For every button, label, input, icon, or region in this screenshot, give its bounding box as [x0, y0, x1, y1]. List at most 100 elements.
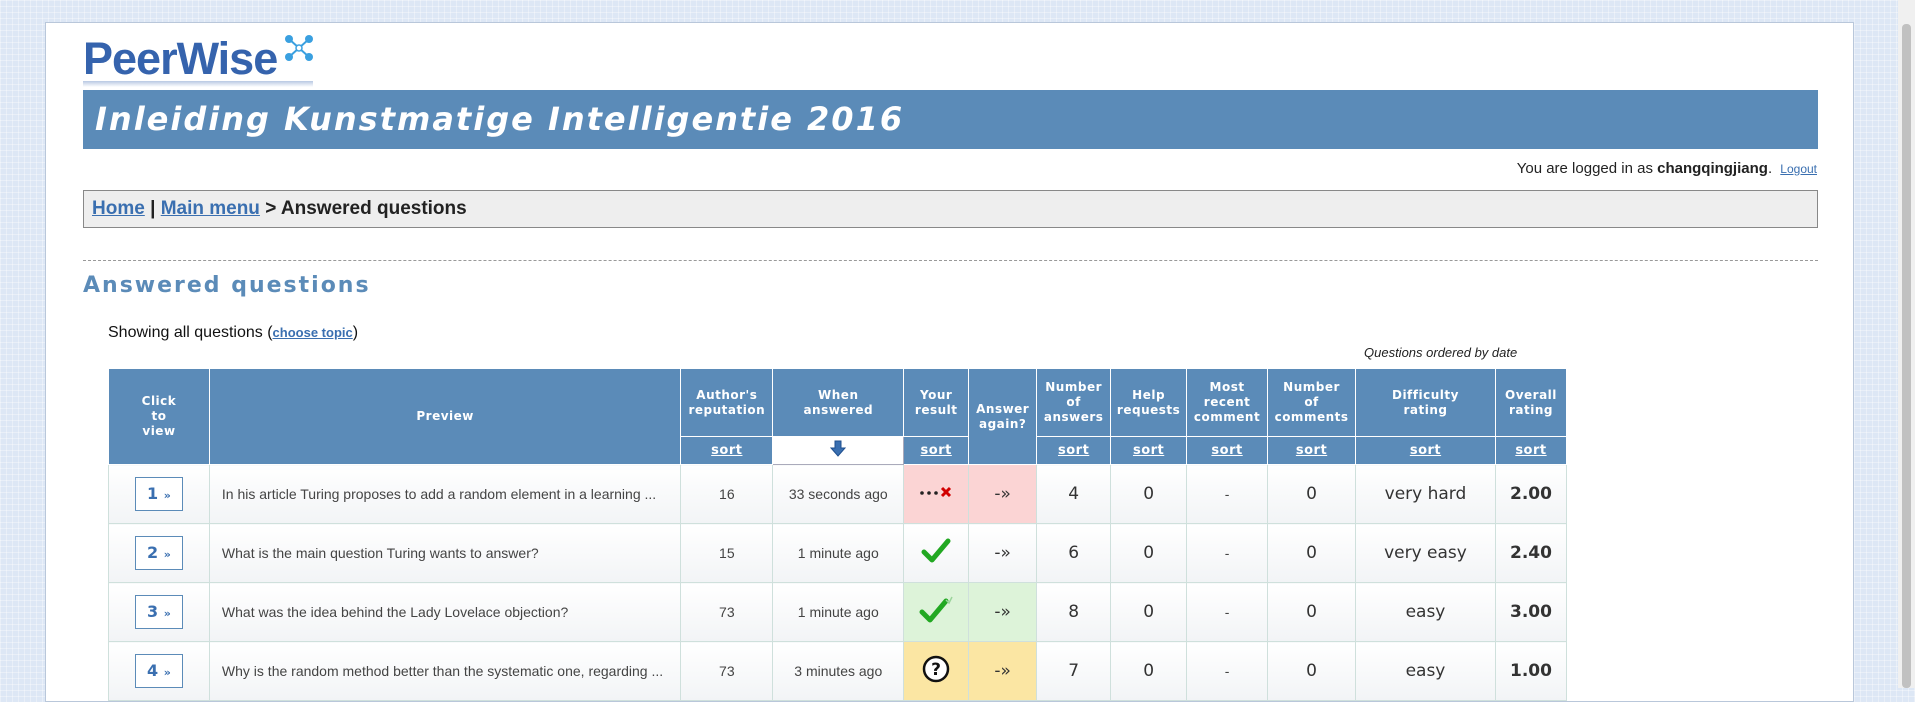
table-row: 2 » What is the main question Turing wan…	[108, 523, 1568, 583]
sort-difficulty-link[interactable]: sort	[1355, 436, 1496, 465]
result-cell	[903, 523, 970, 583]
answer-again-arrow-icon: -»	[994, 661, 1011, 681]
ordered-by-label: Questions ordered by date	[1364, 345, 1518, 360]
when-cell: 1 minute ago	[772, 523, 905, 583]
preview-cell: In his article Turing proposes to add a …	[208, 464, 682, 524]
wrong-answer-icon	[920, 486, 952, 498]
answer-again-cell[interactable]: -»	[968, 641, 1038, 701]
sort-answers-link[interactable]: sort	[1036, 436, 1112, 465]
recent-comment-cell: -	[1186, 523, 1269, 583]
header-most-recent-comment: Most recent comment	[1186, 368, 1269, 437]
answer-again-cell[interactable]: -»	[968, 582, 1038, 642]
correct-checkmark-icon	[921, 538, 951, 562]
sort-help-link[interactable]: sort	[1110, 436, 1188, 465]
sort-recent-link[interactable]: sort	[1186, 436, 1269, 465]
table-row: 1 » In his article Turing proposes to ad…	[108, 464, 1568, 524]
when-cell: 3 minutes ago	[772, 641, 905, 701]
when-cell: 1 minute ago	[772, 582, 905, 642]
login-prefix: You are logged in as	[1516, 160, 1658, 177]
header-when-answered: When answered	[772, 368, 905, 437]
answer-again-arrow-icon: -»	[994, 484, 1011, 504]
correct-checkmark-icon	[919, 596, 953, 622]
overall-rating-cell: 1.00	[1494, 641, 1568, 701]
table-row: 4 » Why is the random method better than…	[108, 641, 1568, 701]
answers-count-cell: 6	[1036, 523, 1112, 583]
sort-comments-link[interactable]: sort	[1267, 436, 1357, 465]
when-cell: 33 seconds ago	[772, 464, 905, 524]
login-suffix: .	[1767, 160, 1773, 177]
breadcrumb-main-menu-link[interactable]: Main menu	[161, 198, 260, 219]
table-header-row: Click to view Preview Author's reputation W…	[108, 368, 1568, 465]
difficulty-cell: easy	[1355, 641, 1496, 701]
help-requests-cell: 0	[1110, 523, 1188, 583]
difficulty-cell: very easy	[1355, 523, 1496, 583]
header-preview: Preview	[208, 368, 682, 465]
comments-count-cell: 0	[1267, 523, 1357, 583]
sort-overall-link[interactable]: sort	[1494, 436, 1568, 465]
help-requests-cell: 0	[1110, 641, 1188, 701]
logout-link[interactable]: Logout	[1780, 162, 1817, 176]
breadcrumb-separator: |	[150, 198, 156, 219]
showing-prefix: Showing all questions (	[108, 324, 273, 341]
sort-when-active[interactable]	[772, 436, 905, 465]
answers-count-cell: 8	[1036, 582, 1112, 642]
view-cell: 1 »	[108, 464, 210, 524]
header-number-of-answers: Number of answers	[1036, 368, 1112, 437]
logo-reflection	[83, 81, 313, 87]
breadcrumb: Home | Main menu > Answered questions	[83, 190, 1818, 228]
result-cell	[903, 464, 970, 524]
difficulty-cell: very hard	[1355, 464, 1496, 524]
reputation-cell: 15	[680, 523, 774, 583]
showing-suffix: )	[352, 324, 359, 341]
question-mark-icon: ?	[922, 655, 950, 682]
comments-count-cell: 0	[1267, 582, 1357, 642]
preview-cell: Why is the random method better than the…	[208, 641, 682, 701]
answer-again-cell[interactable]: -»	[968, 523, 1038, 583]
peerwise-logo[interactable]: PeerWise	[83, 31, 323, 89]
view-cell: 4 »	[108, 641, 210, 701]
header-help-requests: Help requests	[1110, 368, 1188, 437]
comments-count-cell: 0	[1267, 464, 1357, 524]
comments-count-cell: 0	[1267, 641, 1357, 701]
answer-again-arrow-icon: -»	[994, 543, 1011, 563]
recent-comment-cell: -	[1186, 582, 1269, 642]
header-answer-again: Answer again?	[968, 368, 1038, 465]
breadcrumb-home-link[interactable]: Home	[92, 198, 145, 219]
sort-result-link[interactable]: sort	[903, 436, 970, 465]
scrollbar-thumb[interactable]	[1902, 24, 1911, 688]
reputation-cell: 73	[680, 641, 774, 701]
header-overall-rating: Overall rating	[1494, 368, 1568, 437]
answers-count-cell: 7	[1036, 641, 1112, 701]
table-row: 3 » What was the idea behind the Lady Lo…	[108, 582, 1568, 642]
view-question-button[interactable]: 1 »	[134, 477, 183, 511]
vertical-scrollbar[interactable]	[1898, 0, 1915, 688]
view-cell: 3 »	[108, 582, 210, 642]
choose-topic-link[interactable]: choose topic	[273, 325, 353, 340]
difficulty-cell: easy	[1355, 582, 1496, 642]
sort-reputation-link[interactable]: sort	[680, 436, 774, 465]
sort-down-arrow-icon	[830, 440, 847, 457]
answer-again-arrow-icon: -»	[994, 602, 1011, 622]
result-cell	[903, 582, 970, 642]
header-reputation: Author's reputation	[680, 368, 774, 437]
showing-questions-text: Showing all questions (choose topic)	[108, 324, 358, 342]
divider	[83, 260, 1818, 261]
answer-again-cell[interactable]: -»	[968, 464, 1038, 524]
header-your-result: Your result	[903, 368, 970, 437]
breadcrumb-current: Answered questions	[280, 198, 467, 219]
help-requests-cell: 0	[1110, 464, 1188, 524]
view-question-button[interactable]: 3 »	[134, 595, 183, 629]
logo-text: PeerWise	[83, 33, 278, 84]
view-question-button[interactable]: 2 »	[134, 536, 183, 570]
logo-molecule-icon	[285, 35, 313, 61]
preview-cell: What was the idea behind the Lady Lovela…	[208, 582, 682, 642]
overall-rating-cell: 2.40	[1494, 523, 1568, 583]
view-question-button[interactable]: 4 »	[134, 654, 183, 688]
preview-cell: What is the main question Turing wants t…	[208, 523, 682, 583]
breadcrumb-separator: >	[265, 198, 277, 219]
reputation-cell: 16	[680, 464, 774, 524]
recent-comment-cell: -	[1186, 464, 1269, 524]
page-container: PeerWise Inleiding Kunstmatige Intellige…	[45, 22, 1854, 702]
overall-rating-cell: 2.00	[1494, 464, 1568, 524]
answers-count-cell: 4	[1036, 464, 1112, 524]
